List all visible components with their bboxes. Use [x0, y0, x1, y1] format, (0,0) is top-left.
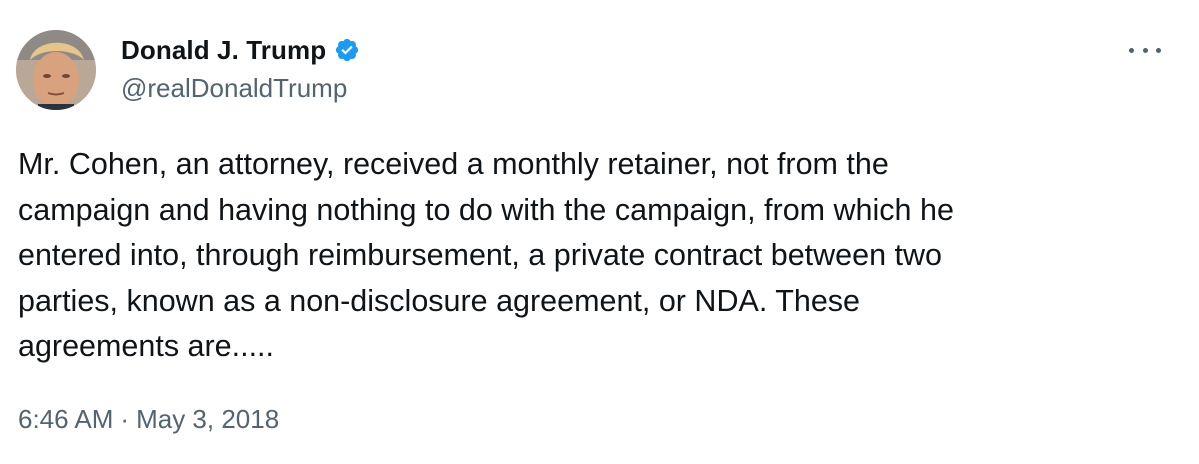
avatar[interactable]	[16, 30, 96, 110]
author-name-row: Donald J. Trump	[121, 33, 360, 67]
author-handle[interactable]: @realDonaldTrump	[121, 73, 347, 104]
tweet-time[interactable]: 6:46 AM	[18, 404, 113, 435]
tweet-card: Donald J. Trump @realDonaldTrump Mr. Coh…	[0, 0, 1199, 464]
tweet-timestamp[interactable]: 6:46 AM · May 3, 2018	[18, 404, 279, 435]
timestamp-separator: ·	[120, 404, 130, 434]
avatar-image	[16, 30, 96, 110]
tweet-text: Mr. Cohen, an attorney, received a month…	[18, 147, 954, 363]
more-options-icon[interactable]	[1129, 40, 1161, 60]
tweet-date[interactable]: May 3, 2018	[136, 404, 279, 435]
verified-badge-icon	[334, 37, 360, 63]
display-name[interactable]: Donald J. Trump	[121, 35, 326, 66]
